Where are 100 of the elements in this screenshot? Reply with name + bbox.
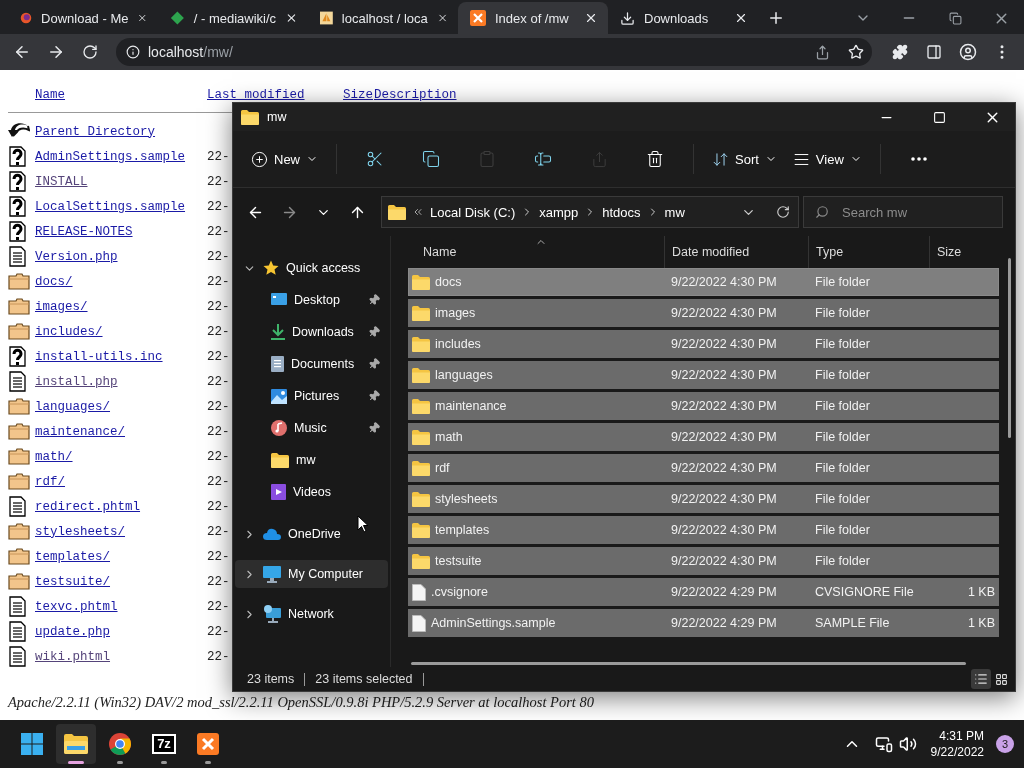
file-link[interactable]: wiki.phtml xyxy=(35,649,207,664)
nav-item[interactable]: Pictures xyxy=(235,382,388,410)
file-row[interactable]: rdf 9/22/2022 4:30 PM File folder xyxy=(408,454,999,482)
share-icon[interactable] xyxy=(815,44,830,60)
nav-item[interactable]: OneDrive xyxy=(235,520,388,548)
running-indicator xyxy=(205,761,211,764)
nav-item[interactable]: Downloads xyxy=(235,318,388,346)
address-bar[interactable]: localhost/mw/ xyxy=(116,38,872,66)
file-link[interactable]: math/ xyxy=(35,449,207,464)
network-icon xyxy=(263,605,281,623)
browser-tab[interactable]: Downloads xyxy=(608,2,758,34)
network-icon[interactable] xyxy=(874,735,893,753)
file-link[interactable]: Version.php xyxy=(35,249,207,264)
folder-icon xyxy=(8,397,30,416)
view-button[interactable]: View xyxy=(786,142,868,176)
scrollbar[interactable] xyxy=(1008,258,1011,438)
reload-icon[interactable] xyxy=(82,44,98,60)
column-header-link[interactable]: Name xyxy=(35,88,207,102)
file-link[interactable]: docs/ xyxy=(35,274,207,289)
file-link[interactable]: INSTALL xyxy=(35,174,207,189)
sort-button[interactable]: Sort xyxy=(706,142,783,176)
file-row[interactable]: maintenance 9/22/2022 4:30 PM File folder xyxy=(408,392,999,420)
browser-tab[interactable]: / - mediawiki/c xyxy=(158,2,308,34)
nav-item[interactable]: Desktop xyxy=(235,286,388,314)
close-icon[interactable] xyxy=(285,11,298,25)
profile-icon[interactable] xyxy=(959,43,977,61)
restore-icon[interactable] xyxy=(948,11,962,25)
column-header-link[interactable]: Description xyxy=(374,88,457,102)
file-link[interactable]: images/ xyxy=(35,299,207,314)
file-link[interactable]: includes/ xyxy=(35,324,207,339)
nav-item[interactable]: Music xyxy=(235,414,388,442)
file-link[interactable]: RELEASE-NOTES xyxy=(35,224,207,239)
file-link[interactable]: templates/ xyxy=(35,549,207,564)
forward-icon[interactable] xyxy=(47,43,65,61)
file-link[interactable]: update.php xyxy=(35,624,207,639)
breadcrumb-item[interactable]: xampp xyxy=(539,204,579,220)
file-row[interactable]: testsuite 9/22/2022 4:30 PM File folder xyxy=(408,547,999,575)
file-row[interactable]: templates 9/22/2022 4:30 PM File folder xyxy=(408,516,999,544)
refresh-icon[interactable] xyxy=(776,205,790,219)
file-link[interactable]: rdf/ xyxy=(35,474,207,489)
breadcrumb-item[interactable]: htdocs xyxy=(602,204,641,220)
file-link[interactable]: maintenance/ xyxy=(35,424,207,439)
file-link[interactable]: Parent Directory xyxy=(35,124,207,139)
address-bar[interactable]: Local Disk (C:) xampp htdocs mw xyxy=(381,196,799,228)
file-link[interactable]: languages/ xyxy=(35,399,207,414)
file-row[interactable]: languages 9/22/2022 4:30 PM File folder xyxy=(408,361,999,389)
notification-badge[interactable]: 3 xyxy=(996,735,1014,753)
file-link[interactable]: install.php xyxy=(35,374,207,389)
nav-item[interactable]: Quick access xyxy=(235,254,388,282)
file-name: includes xyxy=(435,337,481,351)
close-icon[interactable] xyxy=(584,11,598,25)
back-icon[interactable] xyxy=(13,43,31,61)
file-link[interactable]: install-utils.inc xyxy=(35,349,207,364)
file-link[interactable]: AdminSettings.sample xyxy=(35,149,207,164)
breadcrumb-item[interactable]: Local Disk (C:) xyxy=(430,204,516,220)
column-header-link[interactable]: Size xyxy=(343,88,374,102)
file-row[interactable]: math 9/22/2022 4:30 PM File folder xyxy=(408,423,999,451)
nav-item[interactable]: Videos xyxy=(235,478,388,506)
close-icon[interactable] xyxy=(734,11,748,25)
file-row[interactable]: images 9/22/2022 4:30 PM File folder xyxy=(408,299,999,327)
details-view-button[interactable] xyxy=(971,669,991,689)
taskbar-button[interactable] xyxy=(56,724,96,764)
file-row[interactable]: stylesheets 9/22/2022 4:30 PM File folder xyxy=(408,485,999,513)
date-cell: 22- xyxy=(207,549,230,564)
nav-item[interactable]: Network xyxy=(235,600,388,628)
file-link[interactable]: redirect.phtml xyxy=(35,499,207,514)
search-field[interactable]: Search mw xyxy=(803,196,1003,228)
browser-tab[interactable]: Index of /mw xyxy=(458,2,608,34)
file-link[interactable]: stylesheets/ xyxy=(35,524,207,539)
folder-icon xyxy=(412,274,430,290)
breadcrumb-item[interactable]: mw xyxy=(664,204,685,220)
maximize-icon[interactable] xyxy=(933,110,946,124)
file-row[interactable]: AdminSettings.sample 9/22/2022 4:29 PM SAMPLE File 1 KB xyxy=(408,609,999,637)
folder-icon xyxy=(8,272,30,291)
browser-tab[interactable]: Download - Me xyxy=(8,2,158,34)
column-header-link[interactable]: Last modified xyxy=(207,88,343,102)
unknown-file-icon xyxy=(8,145,27,168)
file-link[interactable]: LocalSettings.sample xyxy=(35,199,207,214)
new-button[interactable]: New xyxy=(245,142,324,176)
file-row[interactable]: includes 9/22/2022 4:30 PM File folder xyxy=(408,330,999,358)
file-row[interactable]: .cvsignore 9/22/2022 4:29 PM CVSIGNORE File 1 KB xyxy=(408,578,999,606)
date-cell-text: 9/22/2022 4:30 PM xyxy=(670,492,778,506)
clock[interactable]: 4:31 PM 9/22/2022 xyxy=(930,728,984,760)
browser-tab[interactable]: localhost / loca xyxy=(308,2,458,34)
type-cell-text: SAMPLE File xyxy=(814,616,891,630)
file-link[interactable]: testsuite/ xyxy=(35,574,207,589)
taskbar-button[interactable]: 7z xyxy=(144,724,184,764)
volume-icon[interactable] xyxy=(898,735,917,753)
scrollbar[interactable] xyxy=(411,662,966,665)
puzzle-icon[interactable] xyxy=(892,44,908,60)
side-panel-icon[interactable] xyxy=(926,44,942,60)
bookmark-icon[interactable] xyxy=(848,44,864,60)
nav-item[interactable]: mw xyxy=(235,446,388,474)
new-tab-icon[interactable] xyxy=(767,9,785,27)
column-header[interactable]: Name xyxy=(408,236,664,268)
file-link[interactable]: texvc.phtml xyxy=(35,599,207,614)
item-count: 23 items xyxy=(247,672,306,686)
nav-item[interactable]: Documents xyxy=(235,350,388,378)
file-row[interactable]: docs 9/22/2022 4:30 PM File folder xyxy=(408,268,999,296)
nav-item[interactable]: My Computer xyxy=(235,560,388,588)
